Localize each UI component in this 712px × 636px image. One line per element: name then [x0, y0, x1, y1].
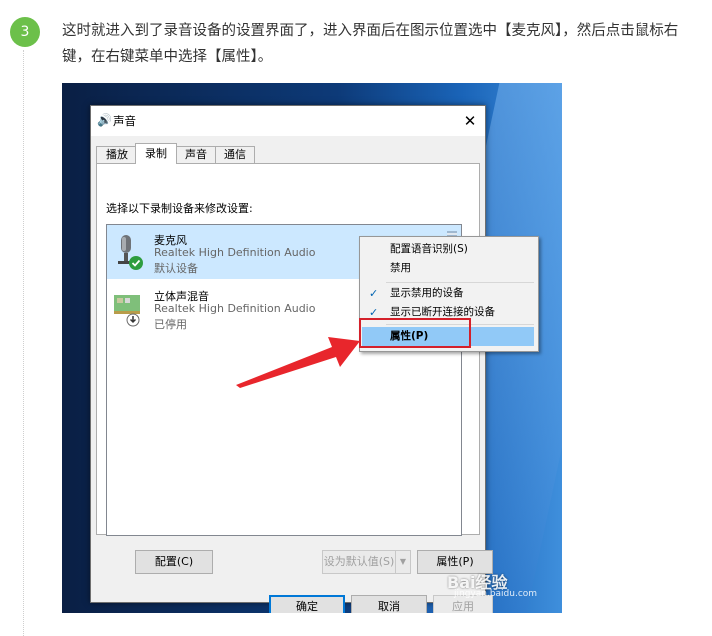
watermark-url: jingyan.baidu.com — [454, 589, 538, 599]
tab-recording[interactable]: 录制 — [135, 143, 177, 164]
step-description: 这时就进入到了录音设备的设置界面了，进入界面后在图示位置选中【麦克风】，然后点击… — [62, 23, 679, 65]
arrow-icon — [236, 337, 360, 388]
menu-item-label: 显示禁用的设备 — [390, 287, 464, 299]
device-description: Realtek High Definition Audio — [154, 246, 316, 259]
step-number-badge: 3 — [10, 17, 40, 47]
set-default-button[interactable]: 设为默认值(S) — [322, 550, 396, 574]
dialog-titlebar[interactable]: 🔊 声音 ✕ — [91, 106, 485, 136]
checkmark-icon: ✓ — [369, 287, 379, 300]
menu-item-label: 配置语音识别(S) — [390, 243, 468, 255]
close-button[interactable]: ✕ — [455, 106, 485, 136]
configure-button[interactable]: 配置(C) — [135, 550, 213, 574]
menu-item-disable[interactable]: 禁用 — [362, 259, 534, 278]
tab-sounds[interactable]: 声音 — [176, 146, 216, 163]
highlight-box — [359, 318, 471, 348]
device-description: Realtek High Definition Audio — [154, 302, 316, 315]
speaker-icon: 🔊 — [97, 113, 112, 127]
menu-separator — [386, 282, 534, 283]
ok-button[interactable]: 确定 — [269, 595, 345, 613]
cancel-button[interactable]: 取消 — [351, 595, 427, 613]
menu-item-show-disabled[interactable]: ✓ 显示禁用的设备 — [362, 284, 534, 303]
device-status: 已停用 — [154, 318, 187, 331]
dialog-title: 声音 — [113, 114, 136, 128]
tab-playback[interactable]: 播放 — [96, 146, 138, 163]
tab-communications[interactable]: 通信 — [215, 146, 255, 163]
instruction-text: 选择以下录制设备来修改设置: — [106, 202, 253, 215]
sound-card-icon — [114, 295, 140, 327]
menu-item-label: 禁用 — [390, 262, 411, 274]
microphone-icon — [118, 235, 143, 270]
embedded-screenshot: 🔊 声音 ✕ 播放 录制 声音 通信 选择以下录制设备来修改设置: 麦克风 Re… — [62, 83, 562, 613]
chevron-down-icon[interactable]: ▼ — [395, 550, 411, 574]
device-status: 默认设备 — [154, 262, 198, 275]
step-divider — [23, 50, 24, 636]
menu-item-configure-speech[interactable]: 配置语音识别(S) — [362, 240, 534, 259]
